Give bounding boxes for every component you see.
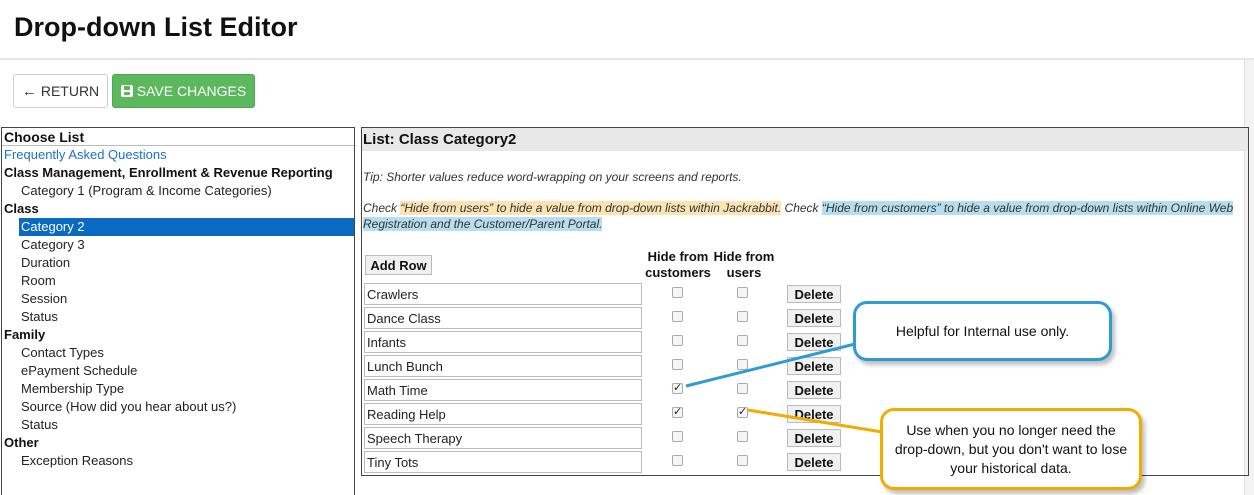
table-row: Delete [364, 283, 844, 305]
check-middle: Check [781, 201, 822, 215]
hide-from-customers-checkbox[interactable] [672, 287, 683, 298]
return-button[interactable]: ← RETURN [13, 74, 108, 108]
list-item[interactable]: Category 1 (Program & Income Categories) [2, 182, 354, 200]
check-prefix: Check [363, 201, 401, 215]
hide-from-users-checkbox[interactable] [737, 431, 748, 442]
table-row: Delete [364, 451, 844, 473]
hide-from-users-checkbox[interactable] [737, 287, 748, 298]
table-row: Delete [364, 427, 844, 449]
list-group-heading: Class [4, 201, 39, 216]
list-group-heading: Family [4, 327, 46, 342]
hide-from-users-checkbox[interactable] [737, 455, 748, 466]
hide-from-customers-checkbox[interactable] [672, 311, 683, 322]
hide-users-instruction: “Hide from users” to hide a value from d… [400, 201, 782, 215]
list-item[interactable]: Category 2 [19, 218, 354, 236]
hide-from-users-checkbox[interactable] [737, 383, 748, 394]
delete-button[interactable]: Delete [787, 285, 841, 303]
tip-text: Tip: Shorter values reduce word-wrapping… [363, 170, 742, 184]
list-item[interactable]: Room [2, 272, 354, 290]
delete-button[interactable]: Delete [787, 429, 841, 447]
list-item[interactable]: Exception Reasons [2, 452, 354, 470]
save-changes-label: SAVE CHANGES [136, 83, 247, 99]
list-item[interactable]: ePayment Schedule [2, 362, 354, 380]
list-item[interactable]: Category 3 [2, 236, 354, 254]
value-input[interactable] [364, 379, 642, 401]
table-row: Delete [364, 403, 844, 425]
hide-from-customers-checkbox[interactable] [672, 335, 683, 346]
hide-from-users-checkbox[interactable] [737, 359, 748, 370]
faq-link[interactable]: Frequently Asked Questions [2, 146, 354, 164]
page-title: Drop-down List Editor [14, 12, 298, 42]
table-row: Delete [364, 379, 844, 401]
hide-from-customers-header: Hide from customers [645, 249, 711, 280]
choose-list-panel: Choose List Frequently Asked Questions Cl… [1, 127, 355, 495]
choose-list-header: Choose List [2, 128, 354, 146]
historical-data-callout: Use when you no longer need the drop-dow… [880, 408, 1142, 490]
delete-button[interactable]: Delete [787, 405, 841, 423]
list-item[interactable]: Source (How did you hear about us?) [2, 398, 354, 416]
hide-from-customers-checkbox[interactable] [672, 455, 683, 466]
return-label: RETURN [40, 83, 100, 99]
delete-button[interactable]: Delete [787, 357, 841, 375]
hide-from-customers-checkbox[interactable] [672, 381, 683, 395]
list-item[interactable]: Status [2, 416, 354, 434]
hide-from-users-checkbox[interactable] [737, 311, 748, 322]
list-item[interactable]: Contact Types [2, 344, 354, 362]
value-input[interactable] [364, 427, 642, 449]
editor-title: List: Class Category2 [362, 128, 1248, 151]
check-instructions: Check “Hide from users” to hide a value … [363, 200, 1247, 232]
hide-from-customers-checkbox[interactable] [672, 359, 683, 370]
add-row-button[interactable]: Add Row [365, 255, 432, 275]
choose-list-rows: Frequently Asked Questions Class Manageme… [2, 146, 354, 470]
value-input[interactable] [364, 283, 642, 305]
value-input[interactable] [364, 451, 642, 473]
delete-button[interactable]: Delete [787, 381, 841, 399]
delete-button[interactable]: Delete [787, 453, 841, 471]
hide-from-users-checkbox[interactable] [737, 335, 748, 346]
value-input[interactable] [364, 355, 642, 377]
table-row: Delete [364, 307, 844, 329]
hide-from-customers-checkbox[interactable] [672, 431, 683, 442]
list-item[interactable]: Session [2, 290, 354, 308]
value-input[interactable] [364, 307, 642, 329]
internal-use-callout: Helpful for Internal use only. [853, 301, 1112, 361]
hide-from-users-checkbox[interactable] [737, 405, 748, 419]
save-changes-button[interactable]: SAVE CHANGES [112, 74, 255, 108]
floppy-disk-icon [120, 85, 133, 97]
hide-from-users-header: Hide from users [713, 249, 775, 280]
delete-button[interactable]: Delete [787, 333, 841, 351]
value-input[interactable] [364, 331, 642, 353]
table-row: Delete [364, 355, 844, 377]
value-input[interactable] [364, 403, 642, 425]
hide-from-customers-checkbox[interactable] [672, 405, 683, 419]
page-header: Drop-down List Editor [0, 0, 1254, 60]
list-item[interactable]: Duration [2, 254, 354, 272]
list-group-heading: Class Management, Enrollment & Revenue R… [4, 165, 333, 180]
table-row: Delete [364, 331, 844, 353]
list-item[interactable]: Membership Type [2, 380, 354, 398]
list-item[interactable]: Status [2, 308, 354, 326]
arrow-left-icon: ← [21, 82, 37, 100]
delete-button[interactable]: Delete [787, 309, 841, 327]
list-group-heading: Other [4, 435, 39, 450]
